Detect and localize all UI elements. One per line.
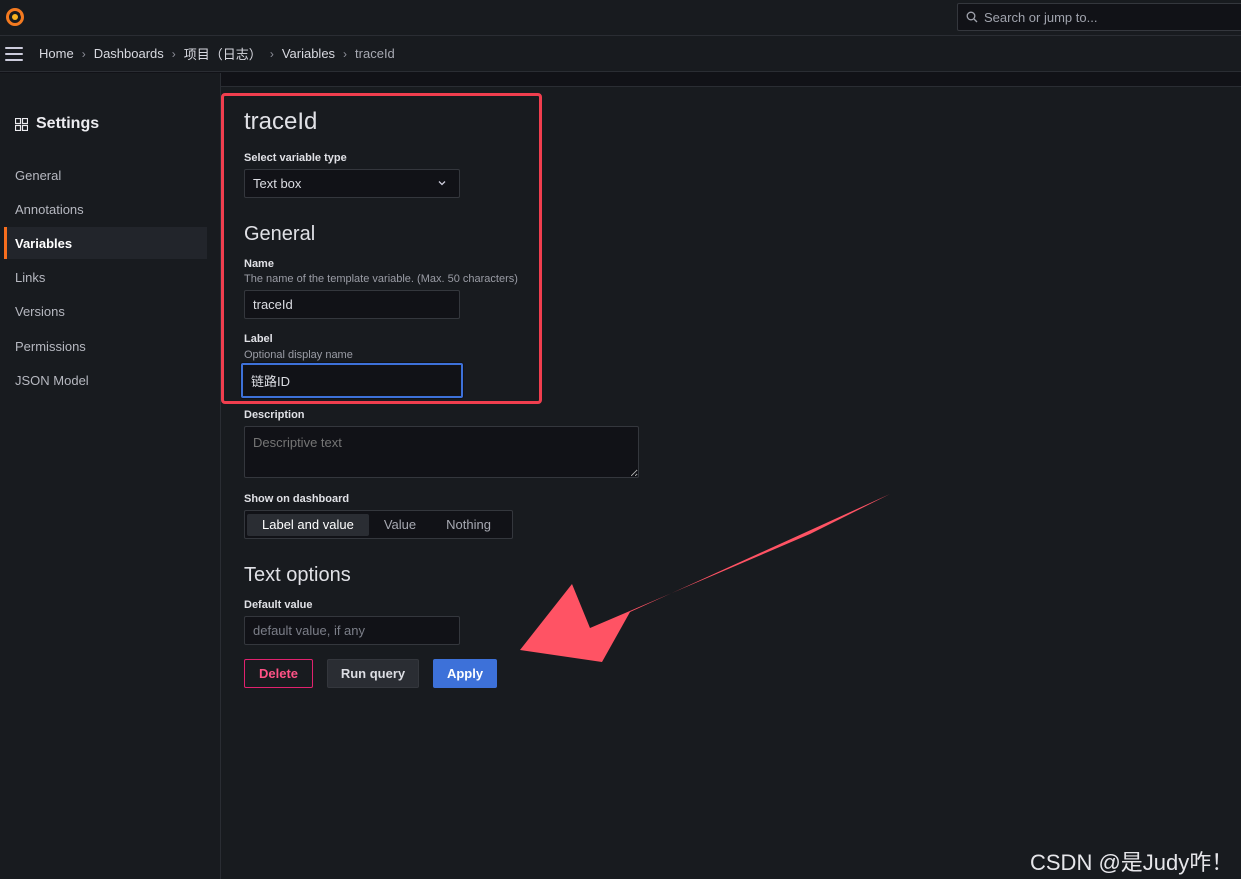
sidebar-item-json-model[interactable]: JSON Model (4, 364, 207, 396)
chevron-right-icon: › (269, 46, 274, 61)
watermark-text: CSDN @是Judy咋！ (1030, 850, 1234, 875)
breadcrumb-bar: Home › Dashboards › 项目（日志） › Variables ›… (0, 36, 1241, 72)
general-heading: General (244, 223, 316, 245)
apply-button[interactable]: Apply (433, 659, 497, 688)
settings-sidebar: Settings General Annotations Variables L… (0, 73, 221, 879)
variable-editor-panel (221, 86, 1241, 879)
label-input[interactable]: 链路ID (241, 363, 463, 398)
sidebar-item-permissions[interactable]: Permissions (4, 330, 207, 362)
search-placeholder: Search or jump to... (984, 9, 1098, 25)
show-on-dashboard-radio-group: Label and value Value Nothing (244, 510, 513, 539)
show-option-label-and-value[interactable]: Label and value (247, 513, 369, 536)
description-textarea[interactable] (244, 426, 639, 478)
breadcrumb-current: traceId (355, 46, 395, 61)
default-value-label: Default value (244, 599, 313, 611)
sidebar-item-general[interactable]: General (4, 159, 207, 191)
name-input[interactable]: traceId (244, 290, 460, 319)
run-query-button[interactable]: Run query (327, 659, 419, 688)
top-bar: Search or jump to... (0, 0, 1241, 36)
search-input[interactable]: Search or jump to... (957, 3, 1241, 31)
sidebar-item-links[interactable]: Links (4, 261, 207, 293)
sidebar-title: Settings (15, 115, 99, 133)
breadcrumb-home[interactable]: Home (39, 46, 74, 61)
name-label: Name (244, 258, 274, 270)
breadcrumb: Home › Dashboards › 项目（日志） › Variables ›… (39, 44, 395, 63)
apps-grid-icon (15, 117, 28, 131)
show-option-value[interactable]: Value (369, 514, 431, 536)
chevron-down-icon (438, 181, 446, 186)
default-value-input[interactable]: default value, if any (244, 616, 460, 645)
variable-type-label: Select variable type (244, 152, 347, 164)
menu-icon[interactable] (5, 46, 23, 61)
annotation-arrow-icon (520, 494, 890, 662)
sidebar-item-variables[interactable]: Variables (4, 227, 207, 259)
delete-button[interactable]: Delete (244, 659, 313, 688)
description-label: Description (244, 409, 305, 421)
chevron-right-icon: › (171, 46, 176, 61)
label-label: Label (244, 333, 273, 345)
text-options-heading: Text options (244, 564, 351, 586)
breadcrumb-variables[interactable]: Variables (282, 46, 335, 61)
label-description: Optional display name (244, 349, 353, 361)
sidebar-item-annotations[interactable]: Annotations (4, 193, 207, 225)
search-icon (966, 11, 978, 23)
breadcrumb-dashboard[interactable]: 项目（日志） (184, 44, 262, 63)
chevron-right-icon: › (81, 46, 86, 61)
sidebar-item-versions[interactable]: Versions (4, 295, 207, 327)
chevron-right-icon: › (343, 46, 348, 61)
name-description: The name of the template variable. (Max.… (244, 273, 518, 285)
show-on-dashboard-label: Show on dashboard (244, 493, 350, 505)
variable-type-select[interactable]: Text box (244, 169, 460, 198)
breadcrumb-dashboards[interactable]: Dashboards (94, 46, 164, 61)
page-title: traceId (244, 108, 318, 135)
show-option-nothing[interactable]: Nothing (431, 514, 506, 536)
grafana-logo-icon[interactable] (4, 6, 26, 28)
